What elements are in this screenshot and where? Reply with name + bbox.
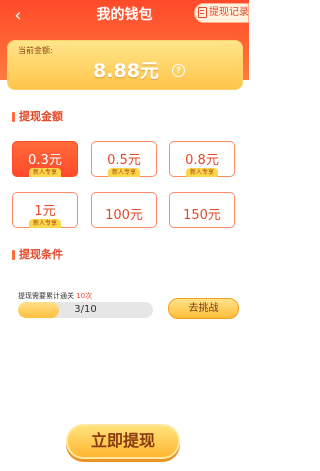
requirement-count: 10次	[76, 292, 93, 300]
amount-label: 0.8元	[185, 153, 219, 168]
withdraw-record-label: 提现记录	[209, 7, 249, 18]
amount-label: 100元	[105, 208, 143, 223]
amount-option-3[interactable]: 1元 新人专享	[12, 192, 78, 228]
progress-bar: 3/10	[18, 302, 153, 318]
balance-label: 当前金额:	[18, 46, 53, 55]
requirement-text: 提现需要累计通关 10次	[18, 291, 92, 301]
amount-label: 150元	[183, 208, 221, 223]
withdraw-now-button[interactable]: 立即提现	[66, 424, 180, 459]
amount-option-2[interactable]: 0.8元 新人专享	[169, 141, 235, 177]
section-title-amount: 提现金额	[12, 111, 63, 123]
newcomer-tag: 新人专享	[185, 168, 219, 177]
amount-option-1[interactable]: 0.5元 新人专享	[91, 141, 157, 177]
amount-label: 0.3元	[28, 153, 62, 168]
progress-text: 3/10	[74, 304, 97, 315]
question-icon[interactable]: ?	[172, 64, 185, 77]
amount-option-5[interactable]: 150元	[169, 192, 235, 228]
newcomer-tag: 新人专享	[28, 168, 62, 177]
withdraw-record-button[interactable]: 提现记录	[194, 3, 249, 23]
requirement-prefix: 提现需要累计通关	[18, 292, 74, 300]
amount-option-0[interactable]: 0.3元 新人专享	[12, 141, 78, 177]
amount-option-4[interactable]: 100元	[91, 192, 157, 228]
newcomer-tag: 新人专享	[107, 168, 141, 177]
amount-label: 1元	[34, 204, 56, 219]
balance-value: 8.88元	[93, 60, 159, 82]
balance-card: 当前金额: 8.88元 ?	[7, 40, 243, 90]
newcomer-tag: 新人专享	[28, 219, 62, 228]
challenge-button[interactable]: 去挑战	[168, 298, 239, 319]
document-icon	[198, 7, 207, 18]
section-title-condition: 提现条件	[12, 249, 63, 261]
amount-label: 0.5元	[107, 153, 141, 168]
